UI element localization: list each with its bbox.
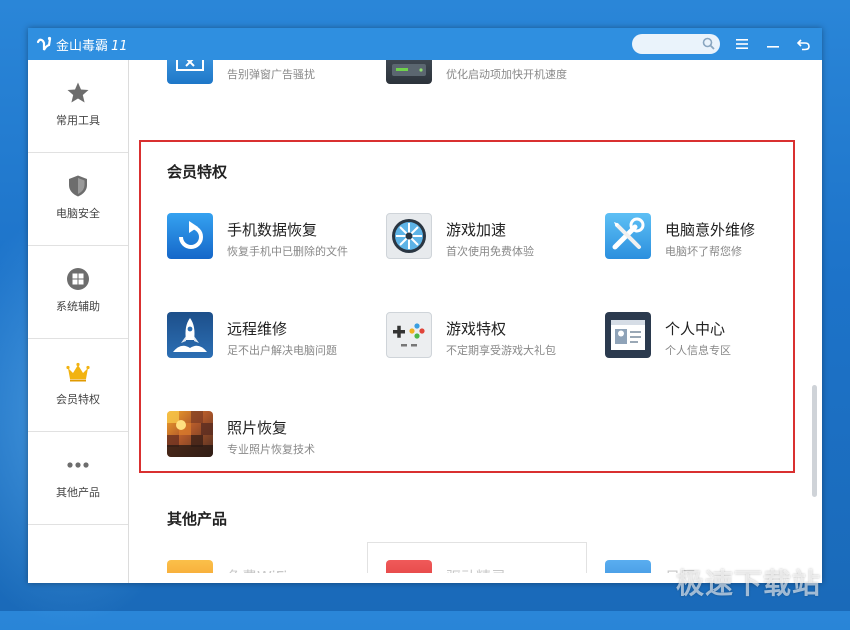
sidebar: 常用工具 电脑安全 系统辅助 会员特权 其他产品 (28, 60, 129, 583)
app-version: 11 (111, 39, 128, 54)
other-section-title: 其他产品 (167, 510, 228, 528)
sidebar-item-system-assist[interactable]: 系统辅助 (28, 246, 128, 339)
sidebar-item-other-products[interactable]: 其他产品 (28, 432, 128, 525)
boot-optimize-icon[interactable] (386, 60, 432, 84)
crown-icon (66, 362, 90, 382)
app-window: 金山毒霸 11 常用工具 电脑安全 系统辅助 会员特权 其他产品 告别弹窗广告骚… (28, 28, 822, 583)
back-button[interactable] (792, 32, 816, 56)
minimize-icon (767, 46, 779, 48)
app-name: 金山毒霸 (56, 39, 109, 54)
title-bar: 金山毒霸 11 (28, 28, 822, 60)
sidebar-item-common-tools[interactable]: 常用工具 (28, 60, 128, 153)
scrollbar-thumb[interactable] (812, 385, 817, 497)
sidebar-item-pc-security[interactable]: 电脑安全 (28, 153, 128, 246)
search-input[interactable] (632, 34, 720, 54)
item-desc: 优化启动项加快开机速度 (446, 68, 567, 81)
back-arrow-icon (797, 39, 810, 51)
sidebar-item-label: 常用工具 (56, 114, 100, 127)
minimize-button[interactable] (761, 32, 785, 56)
sidebar-item-label: 电脑安全 (56, 207, 100, 220)
shield-icon (69, 175, 87, 197)
popup-block-icon[interactable] (167, 60, 213, 84)
star-icon (67, 82, 89, 103)
sidebar-item-label: 其他产品 (56, 486, 100, 499)
windows-icon (67, 268, 89, 290)
sidebar-item-label: 会员特权 (56, 393, 100, 406)
watermark: 极速下载站 (676, 567, 822, 600)
menu-button[interactable] (730, 32, 754, 56)
app-logo-icon (36, 36, 52, 51)
search-icon[interactable] (702, 37, 715, 50)
hard-drive-icon (392, 64, 426, 76)
app-title: 金山毒霸 11 (56, 35, 128, 54)
menu-icon (736, 39, 748, 49)
sidebar-item-label: 系统辅助 (56, 300, 100, 313)
highlight-frame (139, 140, 795, 473)
item-desc: 告别弹窗广告骚扰 (227, 68, 315, 81)
window-close-icon (176, 60, 204, 71)
content-panel: 告别弹窗广告骚扰 优化启动项加快开机速度 会员特权 手机数据恢复 恢复手机中已删… (129, 60, 822, 583)
more-dots-icon (67, 462, 89, 468)
sidebar-item-vip-privileges[interactable]: 会员特权 (28, 339, 128, 432)
